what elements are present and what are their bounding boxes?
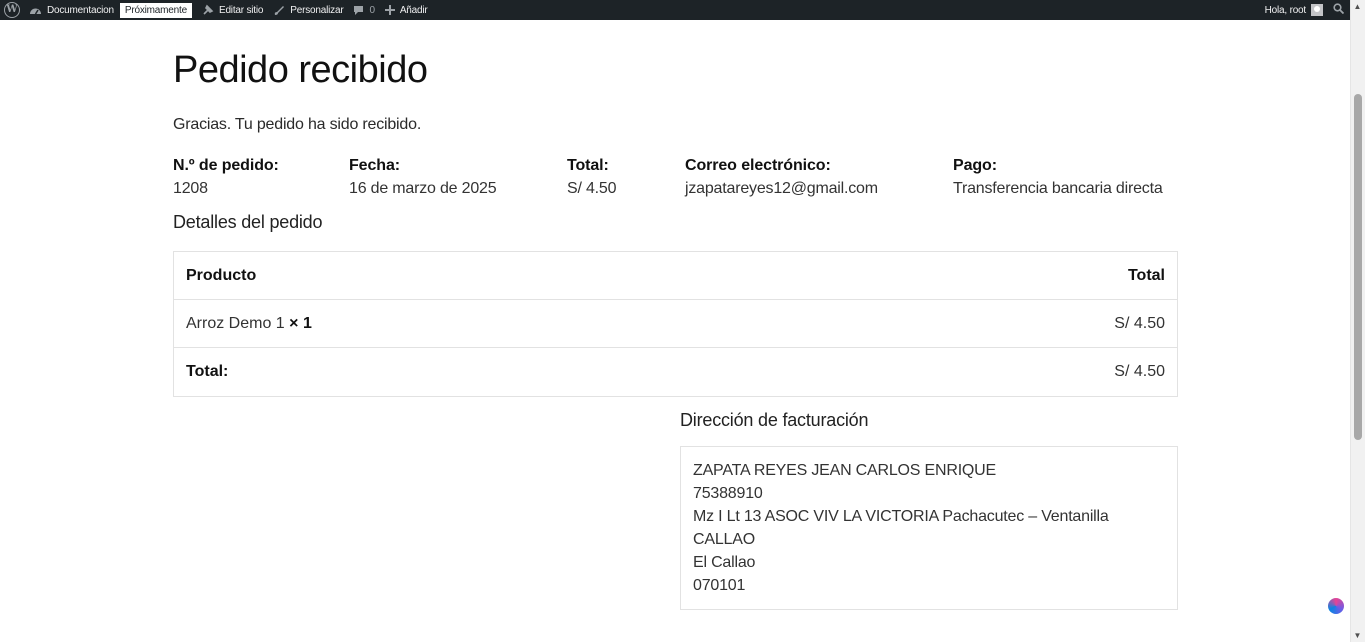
overview-payment: Pago: Transferencia bancaria directa	[953, 154, 1163, 200]
product-cell: Arroz Demo 1 × 1	[186, 315, 312, 333]
billing-postcode: 070101	[693, 577, 746, 594]
customize-label: Personalizar	[290, 4, 344, 16]
billing-address-title: Dirección de facturación	[680, 410, 869, 430]
order-details-title: Detalles del pedido	[173, 212, 323, 232]
overview-email: Correo electrónico: jzapatareyes12@gmail…	[685, 154, 878, 200]
scroll-up-icon[interactable]: ▲	[1353, 2, 1362, 11]
page-title: Pedido recibido	[173, 49, 428, 91]
product-name[interactable]: Arroz Demo 1	[186, 315, 285, 332]
overview-total: Total: S/ 4.50	[567, 154, 617, 200]
overview-order-number: N.º de pedido: 1208	[173, 154, 279, 200]
billing-street: Mz I Lt 13 ASOC VIV LA VICTORIA Pachacut…	[693, 508, 1109, 525]
wordpress-logo-icon[interactable]: W	[4, 2, 20, 18]
comments-count: 0	[369, 4, 375, 16]
search-icon	[1333, 3, 1345, 17]
adminbar-edit-site[interactable]: Editar sitio	[197, 0, 268, 20]
overview-date: Fecha: 16 de marzo de 2025	[349, 154, 497, 200]
dashboard-icon	[29, 5, 42, 16]
billing-city: CALLAO	[693, 531, 755, 548]
table-row: Arroz Demo 1 × 1 S/ 4.50	[174, 300, 1177, 348]
payment-value: Transferencia bancaria directa	[953, 180, 1163, 197]
billing-name: ZAPATA REYES JEAN CARLOS ENRIQUE	[693, 462, 997, 479]
documentation-label: Documentacion	[47, 4, 114, 16]
footer-total-value: S/ 4.50	[1114, 363, 1165, 380]
header-product: Producto	[186, 266, 257, 284]
total-label: Total:	[567, 157, 609, 174]
scrollbar-thumb[interactable]	[1354, 94, 1362, 440]
avatar	[1311, 4, 1323, 16]
edit-site-label: Editar sitio	[218, 4, 264, 16]
order-details-table: Producto Total Arroz Demo 1 × 1 S/ 4.50 …	[173, 251, 1178, 397]
total-value: S/ 4.50	[567, 180, 617, 197]
billing-address: ZAPATA REYES JEAN CARLOS ENRIQUE 7538891…	[680, 446, 1178, 610]
scroll-down-icon[interactable]: ▼	[1353, 631, 1362, 640]
order-number-label: N.º de pedido:	[173, 157, 279, 174]
adminbar-add-new[interactable]: Añadir	[380, 0, 433, 20]
coming-soon-badge[interactable]: Próximamente	[119, 2, 192, 18]
scrollbar[interactable]: ▲ ▼	[1350, 0, 1365, 642]
adminbar-my-account[interactable]: Hola, root	[1260, 0, 1328, 20]
table-footer-row: Total: S/ 4.50	[174, 348, 1177, 396]
adminbar-comments[interactable]: 0	[348, 0, 379, 20]
email-label: Correo electrónico:	[685, 157, 831, 174]
order-number-value: 1208	[173, 180, 208, 197]
date-value: 16 de marzo de 2025	[349, 180, 497, 197]
adminbar-customize[interactable]: Personalizar	[268, 0, 348, 20]
header-total: Total	[1127, 266, 1165, 284]
admin-bar: W Documentacion Próximamente Editar siti…	[0, 0, 1365, 20]
product-total: S/ 4.50	[1114, 314, 1165, 332]
assistant-widget-icon[interactable]	[1328, 598, 1344, 614]
comment-icon	[353, 5, 364, 16]
greeting-label: Hola, root	[1264, 4, 1307, 16]
product-quantity: × 1	[289, 314, 312, 332]
add-new-label: Añadir	[399, 4, 428, 16]
thank-you-message: Gracias. Tu pedido ha sido recibido.	[173, 116, 422, 133]
pin-icon	[202, 4, 214, 16]
email-value: jzapatareyes12@gmail.com	[685, 180, 878, 197]
payment-label: Pago:	[953, 157, 997, 174]
billing-region: El Callao	[693, 554, 756, 571]
adminbar-search[interactable]	[1328, 0, 1349, 20]
date-label: Fecha:	[349, 157, 400, 174]
billing-document: 75388910	[693, 485, 763, 502]
footer-total-label: Total:	[186, 363, 229, 380]
adminbar-documentation[interactable]: Documentacion Próximamente	[24, 0, 197, 20]
table-header-row: Producto Total	[174, 252, 1177, 300]
plus-icon	[384, 5, 395, 15]
brush-icon	[273, 4, 285, 16]
